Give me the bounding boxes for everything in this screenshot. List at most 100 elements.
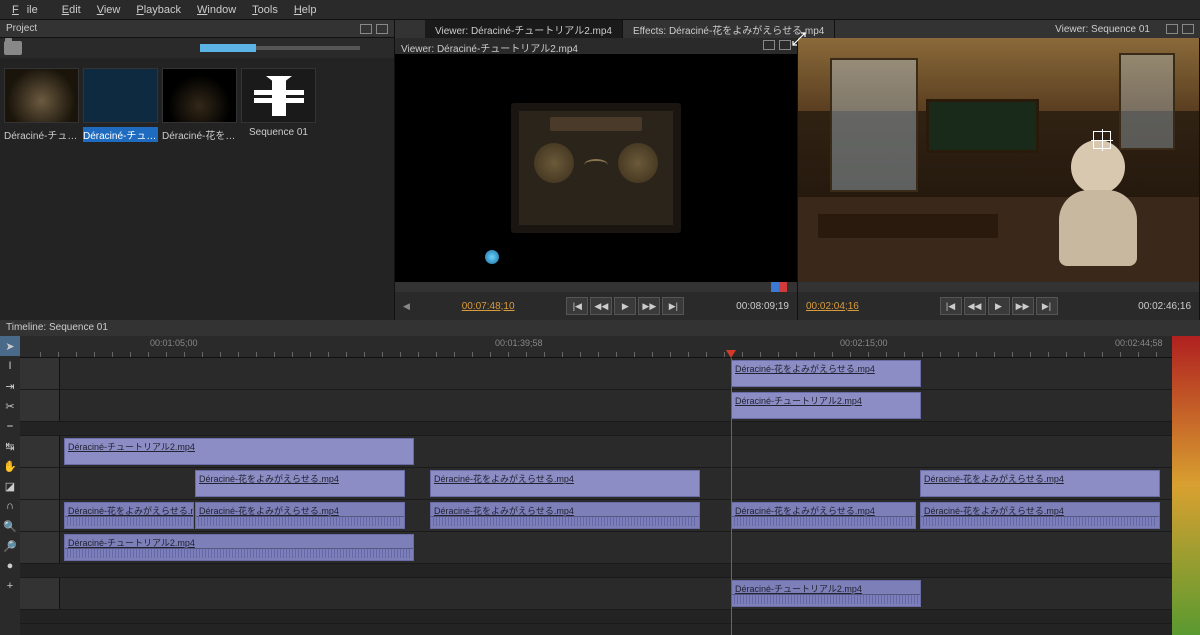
bin-item[interactable]: Déraciné-花をよ… (162, 68, 237, 142)
snap-toggle[interactable]: ∩ (0, 496, 20, 516)
clip[interactable]: Déraciné-花をよみがえらせる.mp4 (731, 502, 916, 529)
forward-button[interactable]: ▶▶ (1012, 297, 1034, 315)
zoom-out-tool[interactable]: 🔎 (0, 536, 20, 556)
bin-item[interactable]: Déraciné-チュート… (4, 68, 79, 142)
source-in-timecode[interactable]: 00:07:48;10 (462, 301, 515, 312)
goto-start-button[interactable]: |◀ (566, 297, 588, 315)
clip[interactable]: Déraciné-花をよみがえらせる.mp4 (731, 360, 921, 387)
ruler-label: 00:02:15;00 (840, 338, 888, 348)
clip-label: Déraciné-花をよみがえらせる.mp4 (434, 474, 574, 484)
clip[interactable]: Déraciné-花をよみがえらせる.mp4 (430, 502, 700, 529)
playhead[interactable] (731, 358, 732, 635)
clip-label: Déraciné-花をよみがえらせる.mp4 (924, 506, 1064, 516)
video-track-2[interactable]: Déraciné-チュートリアル2.mp4 (20, 390, 1172, 422)
source-scrubber[interactable] (395, 282, 797, 292)
clip-label: Déraciné-チュートリアル2.mp4 (735, 584, 862, 594)
clip-label: Déraciné-チュートリアル2.mp4 (68, 538, 195, 548)
menu-tools[interactable]: Tools (244, 2, 286, 18)
source-screen[interactable] (395, 54, 797, 282)
menu-file[interactable]: File (4, 2, 54, 18)
forward-button[interactable]: ▶▶ (638, 297, 660, 315)
ruler-label: 00:02:44;58 (1115, 338, 1163, 348)
crop-handle-icon[interactable] (792, 32, 806, 46)
timeline-tools: ➤ I ⇥ ✂ ⎯ ↹ ✋ ◪ ∩ 🔍 🔎 ● + (0, 336, 20, 635)
clip[interactable]: Déraciné-チュートリアル2.mp4 (731, 392, 921, 419)
goto-end-button[interactable]: ▶| (662, 297, 684, 315)
clip-label: Déraciné-花をよみがえらせる.mp4 (199, 474, 339, 484)
clip-label: Déraciné-花をよみがえらせる.mp4 (68, 506, 194, 516)
timeline-title: Timeline: Sequence 01 (0, 320, 1200, 336)
transition-tool[interactable]: ◪ (0, 476, 20, 496)
ruler-label: 00:01:05;00 (150, 338, 198, 348)
clip[interactable]: Déraciné-花をよみがえらせる.mp4 (920, 502, 1160, 529)
clip[interactable]: Déraciné-花をよみがえらせる.mp4 (195, 470, 405, 497)
clip[interactable]: Déraciné-チュートリアル2.mp4 (64, 438, 414, 465)
project-title: Project (6, 23, 37, 34)
program-in-timecode[interactable]: 00:02:04;16 (806, 301, 859, 312)
slip-tool[interactable]: ⎯ (0, 416, 20, 436)
slide-tool[interactable]: ↹ (0, 436, 20, 456)
video-track-3[interactable]: Déraciné-花をよみがえらせる.mp4 (20, 358, 1172, 390)
program-screen[interactable] (798, 38, 1199, 282)
pointer-tool[interactable]: ➤ (0, 336, 20, 356)
tab-viewer[interactable]: Viewer: Déraciné-チュートリアル2.mp4 (425, 20, 623, 39)
audio-track-2[interactable]: Déraciné-チュートリアル2.mp4 (20, 532, 1172, 564)
clip-label: Déraciné-花をよみがえらせる.mp4 (735, 364, 875, 374)
clip[interactable]: Déraciné-花をよみがえらせる.mp4 (64, 502, 194, 529)
menu-edit[interactable]: Edit (54, 2, 89, 18)
thumbnail-size-slider[interactable] (200, 46, 360, 50)
viewer-clip-name: Viewer: Déraciné-チュートリアル2.mp4 (401, 40, 578, 52)
play-button[interactable]: ▶ (988, 297, 1010, 315)
panel-pop-icon[interactable] (360, 24, 372, 34)
panel-close-icon[interactable] (1182, 24, 1194, 34)
source-out-timecode[interactable]: 00:08:09;19 (736, 301, 789, 312)
clip-label: Déraciné-チュートリアル2.mp4 (735, 396, 862, 406)
folder-icon[interactable] (4, 41, 22, 55)
audio-track-main[interactable]: Déraciné-花をよみがえらせる.mp4 Déraciné-花をよみがえらせる… (20, 500, 1172, 532)
project-panel: Project Déraciné-チュート… Déraciné-チュート… Dé… (0, 20, 395, 320)
bin-item[interactable]: Déraciné-チュート… (83, 68, 158, 142)
clip[interactable]: Déraciné-チュートリアル2.mp4 (731, 580, 921, 607)
video-track-1[interactable]: Déraciné-チュートリアル2.mp4 (20, 436, 1172, 468)
rewind-button[interactable]: ◀◀ (590, 297, 612, 315)
source-viewer: Viewer: Déraciné-チュートリアル2.mp4 (395, 38, 798, 320)
audio-track-3[interactable]: Déraciné-チュートリアル2.mp4 (20, 578, 1172, 610)
ruler-label: 00:01:39;58 (495, 338, 543, 348)
menu-window[interactable]: Window (189, 2, 244, 18)
menu-view[interactable]: View (89, 2, 129, 18)
edit-tool[interactable]: I (0, 356, 20, 376)
tab-sequence-viewer[interactable]: Viewer: Sequence 01 (1045, 22, 1160, 37)
record-button[interactable]: ● (0, 556, 20, 576)
sequence-icon (254, 76, 304, 116)
bin-item[interactable]: Sequence 01 (241, 68, 316, 142)
clip[interactable]: Déraciné-花をよみがえらせる.mp4 (430, 470, 700, 497)
clip[interactable]: Déraciné-チュートリアル2.mp4 (64, 534, 414, 561)
goto-end-button[interactable]: ▶| (1036, 297, 1058, 315)
zoom-in-tool[interactable]: 🔍 (0, 516, 20, 536)
menu-playback[interactable]: Playback (128, 2, 189, 18)
clip[interactable]: Déraciné-花をよみがえらせる.mp4 (920, 470, 1160, 497)
clip[interactable]: Déraciné-花をよみがえらせる.mp4 (195, 502, 405, 529)
video-track-main[interactable]: Déraciné-花をよみがえらせる.mp4 Déraciné-花をよみがえらせる… (20, 468, 1172, 500)
rewind-button[interactable]: ◀◀ (964, 297, 986, 315)
play-button[interactable]: ▶ (614, 297, 636, 315)
program-scrubber[interactable] (798, 282, 1199, 292)
clip-label: Déraciné-花をよみがえらせる.mp4 (199, 506, 339, 516)
ripple-tool[interactable]: ⇥ (0, 376, 20, 396)
panel-pop-icon[interactable] (1166, 24, 1178, 34)
timeline-ruler[interactable]: 00:01:05;00 00:01:39;58 00:02:15;00 00:02:4… (20, 336, 1172, 358)
panel-pop-icon[interactable] (763, 40, 775, 50)
program-out-timecode[interactable]: 00:02:46;16 (1138, 301, 1191, 312)
clip-label: Déraciné-花をよみがえらせる.mp4 (735, 506, 875, 516)
clip-label: Déraciné-花をよみがえらせる.mp4 (434, 506, 574, 516)
program-viewer: 00:02:04;16 |◀ ◀◀ ▶ ▶▶ ▶| 00:02:46;16 (798, 38, 1200, 320)
hand-tool[interactable]: ✋ (0, 456, 20, 476)
menu-help[interactable]: Help (286, 2, 325, 18)
timeline-area[interactable]: 00:01:05;00 00:01:39;58 00:02:15;00 00:02:4… (20, 336, 1172, 635)
razor-tool[interactable]: ✂ (0, 396, 20, 416)
panel-close-icon[interactable] (779, 40, 791, 50)
add-track-button[interactable]: + (0, 576, 20, 596)
goto-start-button[interactable]: |◀ (940, 297, 962, 315)
audio-meter (1172, 336, 1200, 635)
panel-close-icon[interactable] (376, 24, 388, 34)
